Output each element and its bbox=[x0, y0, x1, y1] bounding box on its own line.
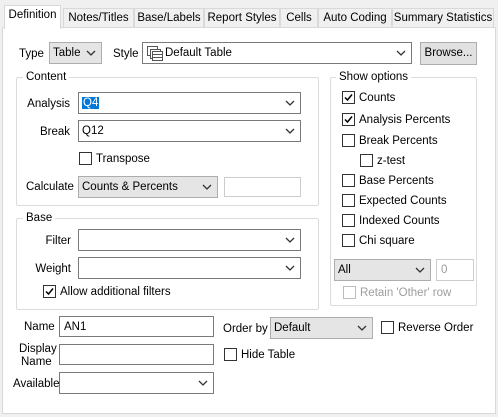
available-select[interactable] bbox=[59, 372, 214, 394]
table-style-icon bbox=[147, 46, 163, 61]
style-value: Default Table bbox=[165, 47, 232, 59]
base-group-title: Base bbox=[23, 212, 56, 225]
tab-notes-titles[interactable]: Notes/Titles bbox=[63, 8, 134, 28]
tab-report-styles[interactable]: Report Styles bbox=[204, 8, 280, 28]
chevron-down-icon bbox=[285, 128, 295, 134]
tab-summary-statistics[interactable]: Summary Statistics bbox=[392, 8, 494, 28]
break-percents-label: Break Percents bbox=[359, 135, 438, 147]
break-label: Break bbox=[39, 126, 70, 138]
chevron-down-icon bbox=[285, 237, 295, 243]
ztest-label: z-test bbox=[377, 155, 406, 167]
base-percents-checkbox[interactable] bbox=[342, 174, 355, 187]
browse-button[interactable]: Browse... bbox=[420, 42, 477, 65]
order-by-value: Default bbox=[274, 322, 311, 334]
style-label: Style bbox=[113, 48, 139, 60]
chi-square-label: Chi square bbox=[359, 235, 415, 247]
show-options-number-field[interactable]: 0 bbox=[436, 259, 474, 281]
chevron-down-icon bbox=[285, 265, 295, 271]
analysis-label: Analysis bbox=[27, 98, 70, 110]
analysis-percents-checkbox[interactable] bbox=[342, 113, 355, 126]
expected-counts-checkbox[interactable] bbox=[342, 194, 355, 207]
content-group-title: Content bbox=[23, 71, 70, 84]
break-select[interactable]: Q12 bbox=[78, 120, 301, 142]
chevron-down-icon bbox=[198, 380, 208, 386]
reverse-order-checkbox[interactable] bbox=[381, 321, 394, 334]
tab-base-labels[interactable]: Base/Labels bbox=[134, 8, 204, 28]
chevron-down-icon bbox=[285, 100, 295, 106]
transpose-checkbox[interactable] bbox=[79, 152, 92, 165]
indexed-counts-label: Indexed Counts bbox=[359, 215, 440, 227]
display-name-label-line2: Name bbox=[21, 356, 52, 368]
tab-bar: Definition Notes/Titles Base/Labels Repo… bbox=[2, 5, 498, 29]
calculate-value: Counts & Percents bbox=[82, 181, 178, 193]
order-by-label: Order by bbox=[223, 323, 268, 335]
calculate-extra-field[interactable] bbox=[224, 177, 301, 197]
base-percents-label: Base Percents bbox=[359, 175, 434, 187]
analysis-select[interactable]: Q4 bbox=[78, 92, 301, 114]
transpose-label: Transpose bbox=[96, 153, 150, 165]
name-field[interactable]: AN1 bbox=[59, 316, 214, 337]
expected-counts-label: Expected Counts bbox=[359, 195, 447, 207]
show-options-value: All bbox=[338, 264, 351, 276]
show-options-title: Show options bbox=[336, 71, 412, 84]
calculate-select[interactable]: Counts & Percents bbox=[78, 176, 218, 198]
weight-label: Weight bbox=[35, 263, 71, 275]
tab-definition[interactable]: Definition bbox=[4, 5, 61, 29]
hide-table-checkbox[interactable] bbox=[224, 348, 237, 361]
filter-label: Filter bbox=[45, 235, 71, 247]
show-options-select[interactable]: All bbox=[334, 259, 431, 281]
type-select[interactable]: Table bbox=[49, 42, 102, 64]
checkmark-icon bbox=[45, 288, 54, 296]
weight-select[interactable] bbox=[78, 257, 301, 279]
indexed-counts-checkbox[interactable] bbox=[342, 214, 355, 227]
name-label: Name bbox=[24, 321, 55, 333]
chevron-down-icon bbox=[202, 184, 212, 190]
checkmark-icon bbox=[344, 94, 353, 102]
chevron-down-icon bbox=[415, 267, 425, 273]
available-label: Available bbox=[13, 378, 60, 390]
analysis-percents-label: Analysis Percents bbox=[359, 114, 451, 126]
break-value: Q12 bbox=[82, 125, 104, 137]
display-name-field[interactable] bbox=[59, 344, 214, 365]
filter-select[interactable] bbox=[78, 229, 301, 251]
ztest-checkbox[interactable] bbox=[360, 154, 373, 167]
allow-filters-checkbox[interactable] bbox=[43, 285, 56, 298]
hide-table-label: Hide Table bbox=[241, 349, 296, 361]
calculate-label: Calculate bbox=[26, 181, 74, 193]
type-value: Table bbox=[53, 47, 81, 59]
counts-checkbox[interactable] bbox=[342, 91, 355, 104]
allow-filters-label: Allow additional filters bbox=[60, 286, 171, 298]
type-label: Type bbox=[19, 48, 44, 60]
analysis-value: Q4 bbox=[82, 97, 100, 109]
tab-cells[interactable]: Cells bbox=[280, 8, 318, 28]
break-percents-checkbox[interactable] bbox=[342, 134, 355, 147]
checkmark-icon bbox=[344, 116, 353, 124]
reverse-order-label: Reverse Order bbox=[398, 322, 474, 334]
display-name-label-line1: Display bbox=[19, 343, 57, 355]
style-select[interactable]: Default Table bbox=[142, 42, 412, 64]
counts-label: Counts bbox=[359, 92, 396, 104]
retain-other-label: Retain 'Other' row bbox=[360, 287, 452, 299]
chevron-down-icon bbox=[396, 50, 406, 56]
chevron-down-icon bbox=[357, 325, 367, 331]
retain-other-checkbox[interactable] bbox=[343, 286, 356, 299]
chevron-down-icon bbox=[86, 50, 96, 56]
chi-square-checkbox[interactable] bbox=[342, 234, 355, 247]
order-by-select[interactable]: Default bbox=[270, 317, 373, 339]
tab-auto-coding[interactable]: Auto Coding bbox=[318, 8, 392, 28]
